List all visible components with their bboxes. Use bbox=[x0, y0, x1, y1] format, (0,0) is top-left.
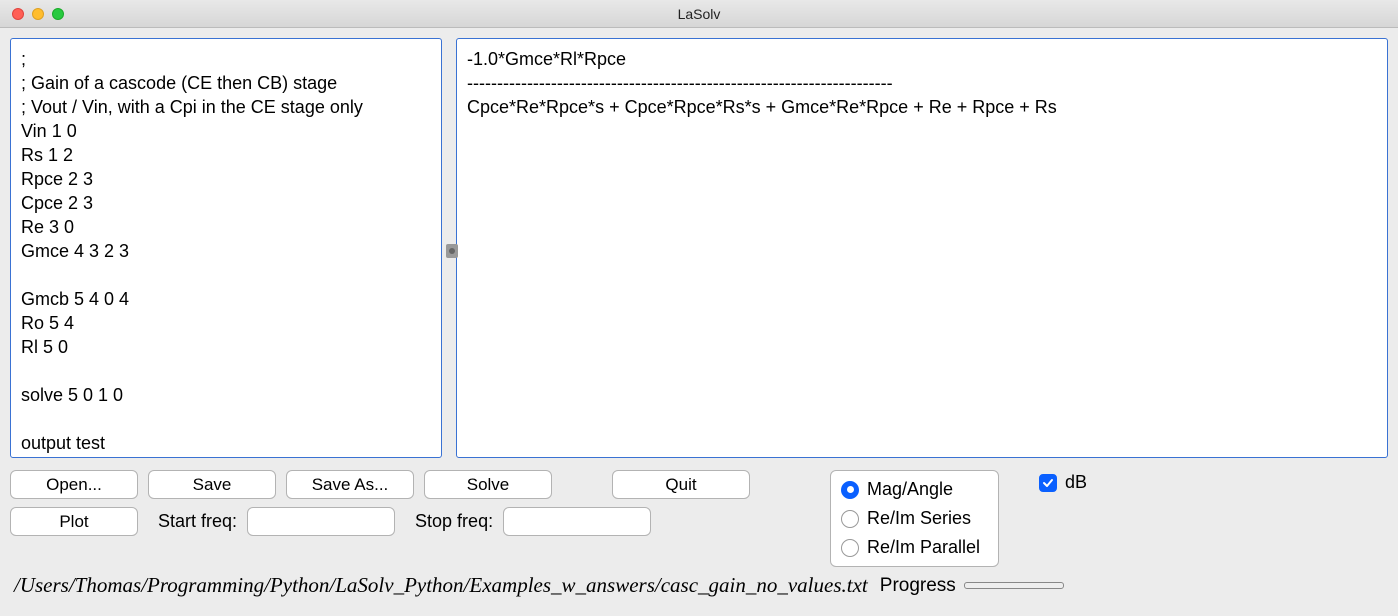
window-title: LaSolv bbox=[678, 6, 721, 22]
radio-icon bbox=[841, 510, 859, 528]
radio-label: Mag/Angle bbox=[867, 479, 953, 500]
stop-freq-input[interactable] bbox=[503, 507, 651, 536]
radio-icon bbox=[841, 539, 859, 557]
controls-row: Open... Save Save As... Solve Quit Plot … bbox=[10, 470, 1388, 567]
progress-bar bbox=[964, 582, 1064, 589]
radio-reim-series[interactable]: Re/Im Series bbox=[841, 508, 980, 529]
stop-freq-label: Stop freq: bbox=[415, 511, 493, 532]
progress-label: Progress bbox=[880, 575, 956, 597]
close-icon[interactable] bbox=[12, 8, 24, 20]
radio-label: Re/Im Series bbox=[867, 508, 971, 529]
window-controls bbox=[12, 8, 64, 20]
save-button[interactable]: Save bbox=[148, 470, 276, 499]
input-editor[interactable]: ; ; Gain of a cascode (CE then CB) stage… bbox=[10, 38, 442, 458]
status-path: /Users/Thomas/Programming/Python/LaSolv_… bbox=[14, 573, 868, 598]
status-bar: /Users/Thomas/Programming/Python/LaSolv_… bbox=[10, 571, 1388, 600]
output-viewer[interactable]: -1.0*Gmce*Rl*Rpce ----------------------… bbox=[456, 38, 1388, 458]
button-row-2: Plot Start freq: Stop freq: bbox=[10, 507, 750, 536]
minimize-icon[interactable] bbox=[32, 8, 44, 20]
open-button[interactable]: Open... bbox=[10, 470, 138, 499]
start-freq-label: Start freq: bbox=[158, 511, 237, 532]
editor-panels: ; ; Gain of a cascode (CE then CB) stage… bbox=[10, 38, 1388, 458]
solve-button[interactable]: Solve bbox=[424, 470, 552, 499]
quit-button[interactable]: Quit bbox=[612, 470, 750, 499]
app-window: LaSolv ; ; Gain of a cascode (CE then CB… bbox=[0, 0, 1398, 616]
db-label: dB bbox=[1065, 472, 1087, 493]
button-row-1: Open... Save Save As... Solve Quit bbox=[10, 470, 750, 499]
save-as-button[interactable]: Save As... bbox=[286, 470, 414, 499]
left-controls: Open... Save Save As... Solve Quit Plot … bbox=[10, 470, 750, 536]
db-checkbox-wrap[interactable]: dB bbox=[1039, 472, 1087, 493]
start-freq-input[interactable] bbox=[247, 507, 395, 536]
plot-button[interactable]: Plot bbox=[10, 507, 138, 536]
radio-label: Re/Im Parallel bbox=[867, 537, 980, 558]
maximize-icon[interactable] bbox=[52, 8, 64, 20]
radio-reim-parallel[interactable]: Re/Im Parallel bbox=[841, 537, 980, 558]
split-handle-icon[interactable] bbox=[446, 244, 458, 258]
radio-mag-angle[interactable]: Mag/Angle bbox=[841, 479, 980, 500]
radio-icon bbox=[841, 481, 859, 499]
plot-mode-radios: Mag/Angle Re/Im Series Re/Im Parallel bbox=[830, 470, 999, 567]
titlebar: LaSolv bbox=[0, 0, 1398, 28]
content-area: ; ; Gain of a cascode (CE then CB) stage… bbox=[0, 28, 1398, 616]
checkbox-icon bbox=[1039, 474, 1057, 492]
